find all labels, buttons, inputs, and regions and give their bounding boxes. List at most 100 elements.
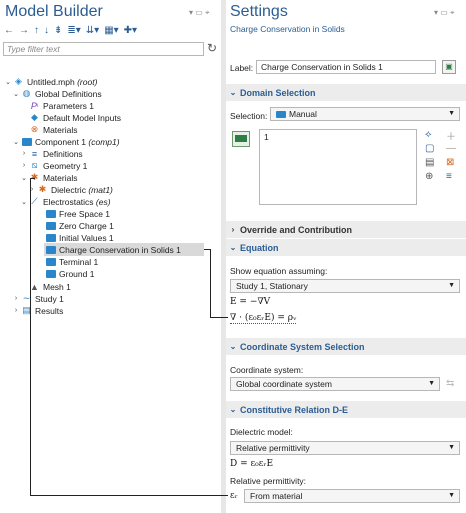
tree-node-label: Parameters 1 xyxy=(43,100,95,111)
chevron-down-icon[interactable]: ⌄ xyxy=(20,198,28,206)
definitions-icon: ≡ xyxy=(31,148,38,159)
clear-selection-icon[interactable]: ≡ xyxy=(446,171,452,182)
dropdown-arrow-icon: ▼ xyxy=(448,444,455,451)
panel-menu-icon[interactable]: ▾ ▭ ⌖ xyxy=(434,8,455,18)
tree-node-label: Free Space 1 xyxy=(59,208,111,219)
expand-sections-icon[interactable]: ⇊▾ xyxy=(86,25,99,36)
tree-node-label: Geometry 1 xyxy=(43,160,88,171)
section-equation[interactable]: ⌄ Equation xyxy=(226,239,466,256)
model-root-icon: ◈ xyxy=(15,76,22,86)
chevron-down-icon[interactable]: ⌄ xyxy=(4,78,12,86)
dropdown-arrow-icon: ▼ xyxy=(448,282,455,289)
tree-node-label: Component 1 xyxy=(35,136,87,147)
chevron-down-icon: ⌄ xyxy=(229,88,237,97)
back-arrow-icon[interactable]: ← xyxy=(4,25,14,36)
physics-node-icon xyxy=(45,221,56,231)
section-title: Coordinate System Selection xyxy=(240,341,365,352)
show-equation-caption: Show equation assuming: xyxy=(230,266,328,276)
remove-icon[interactable]: — xyxy=(446,143,456,154)
section-domain-selection[interactable]: ⌄ Domain Selection xyxy=(226,84,466,101)
active-selection-toggle[interactable] xyxy=(232,131,250,147)
tree-node-label: Materials xyxy=(43,124,78,135)
section-title: Equation xyxy=(240,242,279,253)
physics-node-icon xyxy=(45,257,56,267)
tree-node-label: Electrostatics xyxy=(43,196,94,207)
tree-node-label: Ground 1 xyxy=(59,268,95,279)
tree-filter-input[interactable]: Type filter text xyxy=(3,42,204,56)
tree-node-results[interactable]: › ▤ Results xyxy=(12,304,64,317)
dropdown-arrow-icon: ▼ xyxy=(448,492,455,499)
equation-e-field: E = −∇V xyxy=(230,297,271,307)
up-arrow-icon[interactable]: ↑ xyxy=(34,25,39,36)
dielectric-caption: Dielectric model: xyxy=(230,427,293,437)
section-title: Constitutive Relation D-E xyxy=(240,404,349,415)
physics-node-icon xyxy=(45,245,56,255)
add-node-icon[interactable]: ✚▾ xyxy=(124,25,137,36)
coord-caption: Coordinate system: xyxy=(230,365,304,375)
chevron-down-icon[interactable]: ⌄ xyxy=(12,138,20,146)
rel-perm-value: From material xyxy=(250,491,303,501)
selection-list[interactable]: 1 xyxy=(259,129,417,205)
tree-node-label: Definitions xyxy=(43,148,83,159)
settings-title: Settings xyxy=(230,3,288,20)
tree-node-tag: (root) xyxy=(77,76,98,87)
chevron-down-icon: ⌄ xyxy=(229,243,237,252)
chevron-right-icon[interactable]: › xyxy=(12,307,20,314)
paste-icon[interactable]: ▤ xyxy=(425,157,434,168)
panel-menu-icon[interactable]: ▾ ▭ ⌖ xyxy=(189,8,210,18)
component-icon xyxy=(21,137,32,147)
chevron-right-icon[interactable]: › xyxy=(12,295,20,302)
chevron-down-icon: ⌄ xyxy=(229,342,237,351)
rel-perm-dropdown[interactable]: From material ▼ xyxy=(244,489,460,503)
show-equation-value: Study 1, Stationary xyxy=(236,281,308,291)
show-icon[interactable]: ≣▾ xyxy=(67,25,80,36)
chevron-right-icon[interactable]: › xyxy=(20,150,28,157)
dropdown-arrow-icon: ▼ xyxy=(448,110,455,117)
refresh-icon[interactable]: ↻ xyxy=(207,41,217,55)
section-constitutive-relation[interactable]: ⌄ Constitutive Relation D-E xyxy=(226,401,466,418)
grid-icon[interactable]: ▦▾ xyxy=(104,25,118,36)
tree-node-label: Untitled.mph xyxy=(27,76,75,87)
chevron-down-icon[interactable]: ⌄ xyxy=(12,90,20,98)
down-arrow-icon[interactable]: ↓ xyxy=(44,25,49,36)
chevron-right-icon[interactable]: › xyxy=(20,162,28,169)
coord-dropdown[interactable]: Global coordinate system ▼ xyxy=(230,377,440,391)
tree-node-label: Charge Conservation in Solids 1 xyxy=(59,244,181,255)
create-selection-icon[interactable]: ⊕ xyxy=(425,171,433,182)
label-field[interactable]: Charge Conservation in Solids 1 xyxy=(256,60,436,74)
section-title: Domain Selection xyxy=(240,87,316,98)
tree-node-label: Results xyxy=(35,305,64,316)
settings-panel: Settings ▾ ▭ ⌖ Charge Conservation in So… xyxy=(226,0,466,513)
tree-node-label: Mesh 1 xyxy=(43,281,71,292)
add-icon[interactable]: ＋ xyxy=(446,128,456,143)
model-inputs-icon: ◆ xyxy=(31,112,38,122)
settings-subtitle: Charge Conservation in Solids xyxy=(230,24,345,34)
selection-caption: Selection: xyxy=(230,111,268,121)
paint-icon[interactable]: ⟡ xyxy=(425,129,432,140)
go-to-source-icon[interactable]: ⇆ xyxy=(446,378,454,389)
manual-icon xyxy=(276,111,286,119)
tree-node-ground[interactable]: Ground 1 xyxy=(44,267,94,280)
physics-node-icon xyxy=(45,209,56,219)
copy-selection-icon[interactable]: ▢ xyxy=(425,143,434,154)
section-coordinate-system[interactable]: ⌄ Coordinate System Selection xyxy=(226,338,466,355)
selection-dropdown[interactable]: Manual ▼ xyxy=(270,107,460,121)
equation-displacement: D = ε₀εᵣE xyxy=(230,459,274,469)
callout-line xyxy=(210,317,228,318)
reset-label-button[interactable]: ▣ xyxy=(442,60,456,74)
chevron-down-icon[interactable]: ⌄ xyxy=(20,174,28,182)
forward-arrow-icon[interactable]: → xyxy=(19,25,29,36)
selection-list-item[interactable]: 1 xyxy=(264,132,412,142)
zoom-icon[interactable]: ⊠ xyxy=(446,157,454,168)
tree-node-tag: (es) xyxy=(95,196,111,207)
chevron-down-icon: ⌄ xyxy=(229,405,237,414)
tree-node-label: Default Model Inputs xyxy=(43,112,121,123)
show-equation-dropdown[interactable]: Study 1, Stationary ▼ xyxy=(230,279,460,293)
dielectric-dropdown[interactable]: Relative permittivity ▼ xyxy=(230,441,460,455)
tree-node-label: Zero Charge 1 xyxy=(59,220,114,231)
model-builder-title: Model Builder xyxy=(5,3,103,20)
selection-value: Manual xyxy=(289,109,317,119)
section-override-contribution[interactable]: › Override and Contribution xyxy=(226,221,466,238)
callout-line xyxy=(30,495,228,496)
collapse-icon[interactable]: ⇟ xyxy=(54,25,62,36)
